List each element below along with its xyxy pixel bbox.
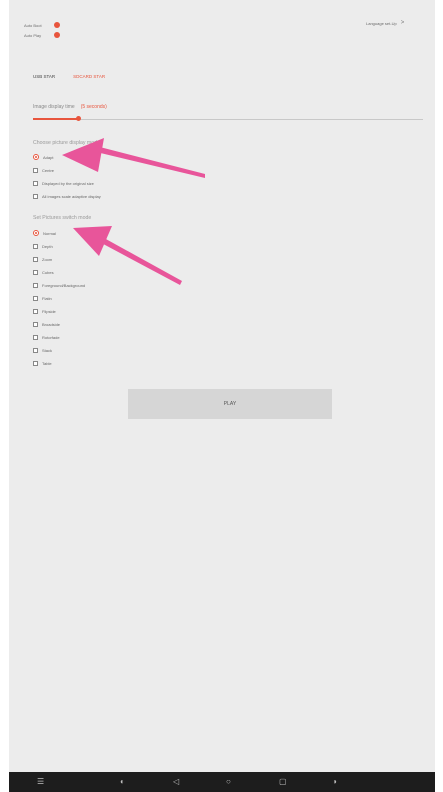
back-icon[interactable]: ◁ [173, 777, 179, 787]
option-label: Cubes [42, 269, 54, 275]
volume-down-icon[interactable]: ◐ [120, 777, 125, 787]
radio-unselected-icon[interactable] [33, 347, 38, 353]
radio-unselected-icon[interactable] [33, 334, 38, 340]
option-label: Rotorfade [42, 334, 60, 340]
switch-mode-option[interactable]: Depth [33, 242, 53, 250]
option-label: Flatin [42, 295, 52, 301]
option-label: Foreground/Background [42, 282, 86, 288]
switch-mode-option[interactable]: Normal [33, 229, 56, 237]
option-label: Displayed by the original size [42, 180, 94, 186]
option-label: Depth [42, 243, 53, 249]
toggle-switch-icon[interactable] [54, 32, 60, 38]
switch-mode-option[interactable]: Rotorfade [33, 333, 60, 341]
display-mode-title: Choose picture display mode [33, 140, 100, 146]
recent-apps-icon[interactable]: ☰ [37, 777, 44, 787]
display-mode-option[interactable]: Centre [33, 166, 54, 174]
settings-screen [9, 0, 435, 772]
option-label: Table [42, 360, 52, 366]
switch-mode-option[interactable]: Flipside [33, 307, 56, 315]
language-setup-link[interactable]: Language set-Up > [366, 20, 404, 26]
display-mode-option[interactable]: All images scale adaptive display [33, 192, 101, 200]
radio-unselected-icon[interactable] [33, 243, 38, 249]
radio-unselected-icon[interactable] [33, 295, 38, 301]
toggle-label: Auto Play [24, 32, 42, 38]
switch-mode-title: Set Pictures switch mode [33, 215, 92, 221]
sdcard-source-label[interactable]: SDCARD STAR [73, 74, 105, 79]
radio-unselected-icon[interactable] [33, 360, 38, 366]
radio-unselected-icon[interactable] [33, 193, 38, 199]
image-time-slider-track[interactable] [33, 119, 423, 120]
radio-unselected-icon[interactable] [33, 180, 38, 186]
radio-unselected-icon[interactable] [33, 167, 38, 173]
option-label: Stack [42, 347, 53, 353]
language-label: Language set-Up [366, 20, 397, 26]
usb-source-label[interactable]: USB STAR [33, 74, 55, 79]
play-button[interactable]: PLAY [128, 389, 332, 419]
chevron-right-icon: > [400, 20, 405, 26]
image-time-value: (5 seconds) [80, 104, 107, 110]
option-label: Adapt [43, 154, 54, 160]
system-navigation-bar: ☰ ◐ ◁ ○ ▢ ◑ [9, 772, 435, 792]
switch-mode-option[interactable]: Zoom [33, 255, 52, 263]
volume-up-icon[interactable]: ◑ [332, 777, 337, 787]
image-time-label: Image display time [33, 104, 75, 110]
radio-unselected-icon[interactable] [33, 321, 38, 327]
image-display-time: Image display time (5 seconds) [33, 104, 107, 110]
radio-selected-icon[interactable] [33, 154, 39, 160]
home-icon[interactable]: ○ [226, 777, 231, 787]
option-label: Normal [43, 230, 56, 236]
top-toggles: Auto Boot Auto Play [24, 20, 60, 40]
screenshot-icon[interactable]: ▢ [279, 777, 287, 787]
option-label: Flipside [42, 308, 56, 314]
display-mode-option[interactable]: Displayed by the original size [33, 179, 94, 187]
source-row: USB STAR SDCARD STAR [33, 74, 105, 79]
display-mode-option[interactable]: Adapt [33, 153, 53, 161]
option-label: Centre [42, 167, 55, 173]
radio-unselected-icon[interactable] [33, 282, 38, 288]
switch-mode-option[interactable]: Cubes [33, 268, 54, 276]
option-label: All images scale adaptive display [42, 193, 101, 199]
toggle-row-auto-boot[interactable]: Auto Boot [24, 20, 60, 30]
switch-mode-option[interactable]: Table [33, 359, 52, 367]
radio-selected-icon[interactable] [33, 230, 39, 236]
toggle-row-auto-play[interactable]: Auto Play [24, 30, 60, 40]
option-label: Broadside [42, 321, 61, 327]
radio-unselected-icon[interactable] [33, 308, 38, 314]
radio-unselected-icon[interactable] [33, 269, 38, 275]
switch-mode-option[interactable]: Stack [33, 346, 52, 354]
radio-unselected-icon[interactable] [33, 256, 38, 262]
toggle-label: Auto Boot [24, 22, 42, 28]
image-time-slider-thumb[interactable] [76, 116, 81, 121]
option-label: Zoom [42, 256, 53, 262]
switch-mode-option[interactable]: Flatin [33, 294, 52, 302]
switch-mode-option[interactable]: Foreground/Background [33, 281, 85, 289]
image-time-slider-fill [33, 118, 78, 120]
toggle-switch-icon[interactable] [54, 22, 60, 28]
switch-mode-option[interactable]: Broadside [33, 320, 60, 328]
